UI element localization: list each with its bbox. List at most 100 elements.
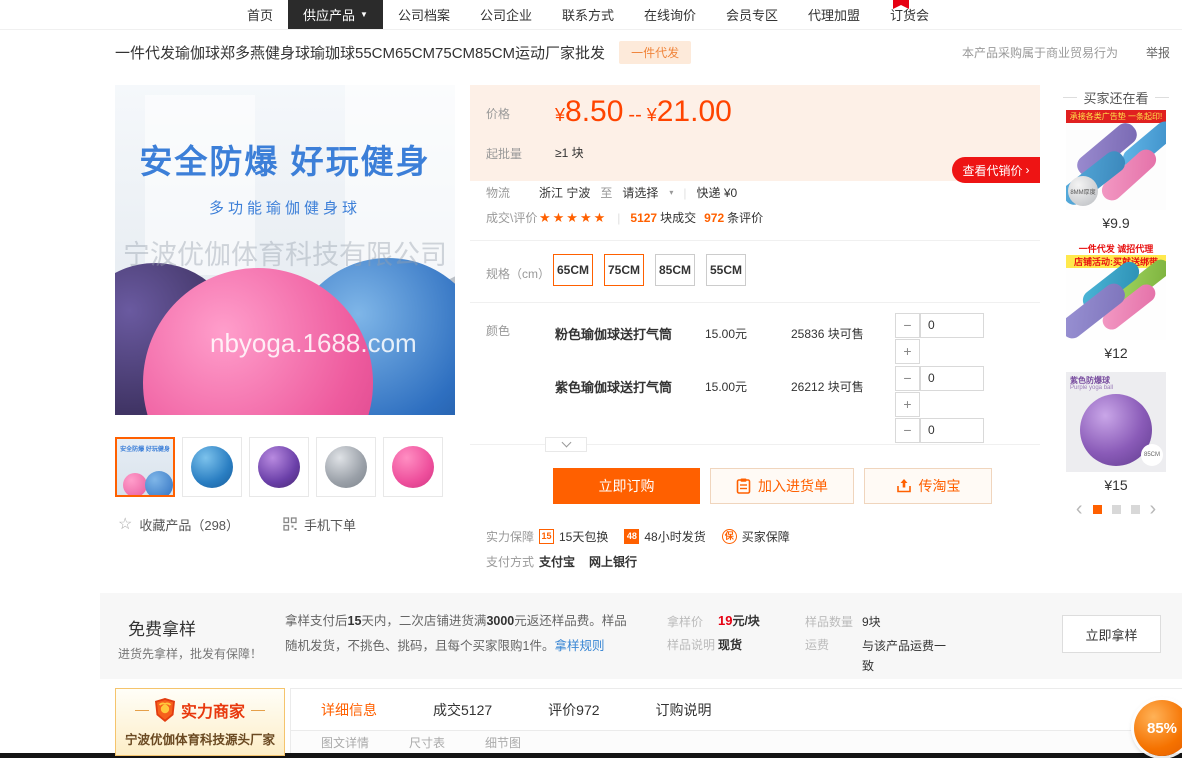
action-buttons: 立即订购 加入进货单 传淘宝 [553, 468, 992, 504]
guarantee-buyer[interactable]: 保 买家保障 [722, 528, 790, 545]
guarantee-15day[interactable]: 15 15天包换 [539, 528, 608, 545]
logistics-row: 物流 浙江 宁波 至 请选择 ▾ | 快递 ¥0 [470, 184, 1040, 201]
quantity-input[interactable]: 0 [920, 366, 984, 391]
add-to-purchase-list-button[interactable]: 加入进货单 [710, 468, 854, 504]
thumbnail-1-selected[interactable]: 安全防爆 好玩健身 [115, 437, 175, 497]
subtab-close-up[interactable]: 细节图 [485, 734, 521, 751]
nav-item-home[interactable]: 首页 [232, 0, 288, 29]
nav-item-inquiry[interactable]: 在线询价 [629, 0, 711, 29]
quantity-stepper: − 0 [895, 418, 987, 444]
tab-deals[interactable]: 成交5127 [433, 700, 492, 720]
15day-icon: 15 [539, 529, 554, 544]
nav-item-order-fair[interactable]: 订货会 [875, 0, 944, 29]
sidebar-item-purple-ball[interactable]: 紫色防爆球 Purple yoga ball 85CM [1066, 372, 1166, 472]
deal-count[interactable]: 5127 [630, 211, 657, 225]
tab-bar: 详细信息 成交5127 评价972 订购说明 [291, 689, 1182, 731]
sku-name: 紫色瑜伽球送打气筒 [555, 377, 672, 396]
nav-item-agent[interactable]: 代理加盟 [793, 0, 875, 29]
view-consign-price-button[interactable]: 查看代销价 › [952, 157, 1040, 183]
spec-option-75cm[interactable]: 75CM [604, 254, 644, 286]
spec-option-65cm[interactable]: 65CM [553, 254, 593, 286]
plus-button[interactable]: + [895, 339, 920, 364]
page-dot-1[interactable] [1093, 505, 1102, 514]
sku-stock: 25836 块可售 [791, 325, 864, 342]
prev-arrow-icon[interactable]: ‹ [1076, 502, 1083, 516]
decor-line [1063, 97, 1077, 98]
seller-strength-box[interactable]: 实力商家 宁波优伽体育科技源头厂家 [115, 688, 285, 756]
sample-rule-link[interactable]: 拿样规则 [554, 639, 604, 653]
tab-order-notes[interactable]: 订购说明 [656, 700, 712, 720]
report-link[interactable]: 举报 [1146, 44, 1170, 61]
seller-name: 宁波优伽体育科技源头厂家 [116, 729, 284, 748]
silver-ball-thumb [325, 446, 367, 488]
nav-item-contact[interactable]: 联系方式 [547, 0, 629, 29]
divider: | [617, 211, 620, 225]
minus-button[interactable]: − [895, 366, 920, 391]
strength-merchant-label: 实力商家 [181, 698, 245, 722]
spec-option-85cm[interactable]: 85CM [655, 254, 695, 286]
thumbnail-5[interactable] [383, 437, 443, 497]
tab-reviews[interactable]: 评价972 [548, 700, 599, 720]
thumbnail-2[interactable] [182, 437, 242, 497]
origin: 浙江 宁波 [539, 184, 590, 201]
payment-label: 支付方式 [470, 553, 539, 570]
thumbnail-3[interactable] [249, 437, 309, 497]
moq-value: ≥1 块 [555, 144, 584, 161]
page-dot-3[interactable] [1131, 505, 1140, 514]
sidebar-item-yoga-mat-2[interactable]: 一件代发 诚招代理 店铺活动:买就送绑带 [1066, 240, 1166, 340]
tab-detail-info[interactable]: 详细信息 [321, 700, 377, 720]
48hour-icon: 48 [624, 529, 639, 544]
thumbnail-text: 安全防爆 好玩健身 [117, 444, 173, 453]
sample-freight-value: 与该产品运费一致 [862, 636, 952, 676]
push-to-taobao-button[interactable]: 传淘宝 [864, 468, 992, 504]
strength-guarantee-row: 实力保障 15 15天包换 48 48小时发货 保 买家保障 [470, 528, 1040, 545]
nav-item-company[interactable]: 公司企业 [465, 0, 547, 29]
review-count[interactable]: 972 [704, 211, 724, 225]
subtab-graphic-detail[interactable]: 图文详情 [321, 734, 369, 751]
next-arrow-icon[interactable]: › [1150, 502, 1157, 516]
hero-subtitle: 多功能瑜伽健身球 [115, 197, 455, 218]
deal-review-row: 成交\评价 ★★★★★ | 5127 块成交 972 条评价 [470, 209, 1040, 226]
page-dot-2[interactable] [1112, 505, 1121, 514]
spec-options: 65CM 75CM 85CM 55CM [553, 254, 746, 286]
quantity-input[interactable]: 0 [920, 418, 984, 443]
nav-item-company-archive[interactable]: 公司档案 [383, 0, 465, 29]
nav-item-member-zone[interactable]: 会员专区 [711, 0, 793, 29]
sample-note-label: 样品说明 [667, 636, 715, 653]
payment-row: 支付方式 支付宝 网上银行 [470, 553, 1040, 570]
order-now-button[interactable]: 立即订购 [553, 468, 700, 504]
promo-percent-badge[interactable]: 85% [1134, 700, 1182, 756]
minus-button[interactable]: − [895, 418, 920, 443]
hero-title: 安全防爆 好玩健身 [115, 135, 455, 183]
nav-item-products[interactable]: 供应产品 ▼ [288, 0, 383, 29]
minus-button[interactable]: − [895, 313, 920, 338]
price-dash: -- [628, 104, 641, 126]
sidebar-item-yoga-mat-1[interactable]: 承接各类广告垫 一条起印! 8MM厚度 [1066, 110, 1166, 210]
blue-ball-thumb [191, 446, 233, 488]
product-main-image[interactable]: 宁波优伽体育科技有限公司 安全防爆 好玩健身 多功能瑜伽健身球 nbyoga.1… [115, 85, 455, 415]
favorite-button[interactable]: ☆ 收藏产品（298） [118, 514, 239, 534]
thumbnail-4[interactable] [316, 437, 376, 497]
expand-sku-list-button[interactable] [545, 437, 587, 452]
sku-price: 15.00元 [705, 378, 747, 395]
get-sample-button[interactable]: 立即拿样 [1062, 615, 1161, 653]
quantity-input[interactable]: 0 [920, 313, 984, 338]
payment-alipay: 支付宝 [539, 553, 575, 570]
ball-label-en: Purple yoga ball [1070, 385, 1113, 391]
spec-option-55cm[interactable]: 55CM [706, 254, 746, 286]
purple-ball-thumb [258, 446, 300, 488]
currency-symbol: ¥ [555, 105, 565, 125]
logistics-label: 物流 [470, 184, 539, 201]
plus-button[interactable]: + [895, 392, 920, 417]
rating-stars-icon: ★★★★★ [539, 210, 607, 226]
destination-select[interactable]: 请选择 ▾ [622, 184, 673, 201]
chevron-down-icon [561, 438, 571, 448]
guarantee-48hour[interactable]: 48 48小时发货 [624, 528, 705, 545]
mobile-order-button[interactable]: 手机下单 [283, 515, 356, 534]
divider: | [683, 186, 686, 200]
qr-code-icon [283, 517, 297, 531]
sku-row-partial: − 0 [553, 416, 1040, 444]
thumbnail-strip: 安全防爆 好玩健身 [115, 437, 455, 497]
deal-unit: 块成交 [660, 209, 696, 226]
subtab-size-chart[interactable]: 尺寸表 [409, 734, 445, 751]
